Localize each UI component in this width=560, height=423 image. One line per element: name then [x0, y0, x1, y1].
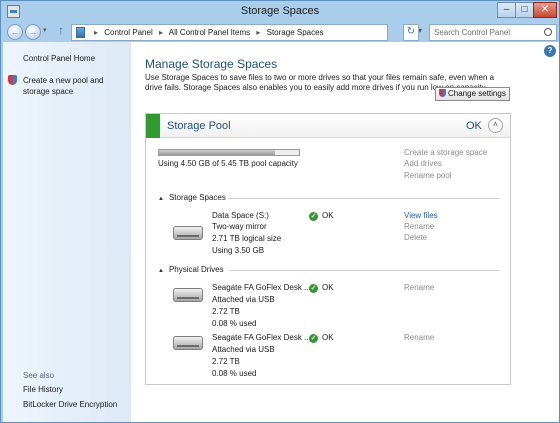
drive-status: OK [322, 333, 334, 342]
drive-usage: 0.08 % used [212, 319, 257, 328]
drive-capacity: 2.72 TB [212, 307, 240, 316]
navigation-bar: ← → ▾ ↑ ▸ Control Panel ▸ All Control Pa… [3, 23, 559, 42]
shield-icon [439, 89, 446, 97]
title-bar: Storage Spaces – □ ✕ [1, 1, 559, 23]
collapse-section-icon[interactable]: ▲ [158, 196, 164, 202]
see-also-label: See also [23, 371, 55, 380]
shield-icon [8, 75, 17, 85]
help-icon[interactable]: ? [544, 45, 556, 57]
collapse-pool-button[interactable]: ˄ [488, 118, 503, 133]
change-settings-label: Change settings [448, 89, 506, 98]
search-icon[interactable] [544, 28, 552, 36]
section-divider [229, 270, 500, 271]
pool-usage-bar [158, 149, 300, 156]
maximize-button[interactable]: □ [515, 2, 534, 18]
space-name: Data Space (S:) [212, 211, 269, 220]
check-icon: ✓ [309, 334, 318, 343]
rename-pool-link[interactable]: Rename pool [404, 171, 452, 180]
breadcrumb-all-items[interactable]: All Control Panel Items [169, 28, 250, 37]
space-status: OK [322, 211, 334, 220]
search-placeholder: Search Control Panel [434, 28, 511, 37]
check-icon: ✓ [309, 212, 318, 221]
minimize-button[interactable]: – [497, 2, 516, 18]
breadcrumb-control-panel[interactable]: Control Panel [104, 28, 152, 37]
drive-connection: Attached via USB [212, 295, 275, 304]
breadcrumb-storage-spaces[interactable]: Storage Spaces [267, 28, 324, 37]
section-divider [228, 198, 500, 199]
up-arrow-icon[interactable]: ↑ [58, 23, 64, 37]
control-panel-home-link[interactable]: Control Panel Home [23, 53, 95, 64]
window-title: Storage Spaces [240, 5, 320, 17]
hard-drive-icon [173, 288, 203, 302]
rename-space-link[interactable]: Rename [404, 222, 434, 231]
rename-drive-link[interactable]: Rename [404, 333, 434, 342]
pool-usage-fill [159, 150, 275, 155]
change-settings-button[interactable]: Change settings [435, 87, 510, 101]
breadcrumb: ▸ Control Panel ▸ All Control Panel Item… [90, 28, 324, 37]
space-resiliency: Two-way mirror [212, 222, 267, 231]
create-pool-link[interactable]: Create a new pool and storage space [23, 75, 128, 97]
drive-capacity: 2.72 TB [212, 357, 240, 366]
delete-space-link[interactable]: Delete [404, 233, 427, 242]
sidebar: Control Panel Home Create a new pool and… [3, 42, 131, 422]
collapse-section-icon[interactable]: ▲ [158, 268, 164, 274]
pool-status-stripe [146, 114, 160, 138]
check-icon: ✓ [309, 284, 318, 293]
drive-connection: Attached via USB [212, 345, 275, 354]
drive-name: Seagate FA GoFlex Desk ... [212, 283, 311, 292]
window: Storage Spaces – □ ✕ ← → ▾ ↑ ▸ Control P… [0, 0, 560, 423]
storage-spaces-section-header[interactable]: ▲ Storage Spaces [158, 193, 226, 202]
file-history-link[interactable]: File History [23, 384, 63, 395]
pool-header: Storage Pool OK ˄ [146, 114, 510, 138]
view-files-link[interactable]: View files [404, 211, 438, 220]
storage-spaces-header-label: Storage Spaces [168, 193, 226, 202]
space-usage: Using 3.50 GB [212, 246, 265, 255]
search-input[interactable]: Search Control Panel [429, 24, 557, 41]
physical-drives-section-header[interactable]: ▲ Physical Drives [158, 265, 224, 274]
add-drives-link[interactable]: Add drives [404, 159, 442, 168]
drive-status: OK [322, 283, 334, 292]
space-logical-size: 2.71 TB logical size [212, 234, 282, 243]
bitlocker-link[interactable]: BitLocker Drive Encryption [23, 399, 117, 410]
drive-name: Seagate FA GoFlex Desk ... [212, 333, 311, 342]
back-button[interactable]: ← [7, 24, 23, 40]
refresh-button[interactable]: ↻ [403, 24, 419, 41]
breadcrumb-separator: ▸ [94, 28, 99, 37]
close-button[interactable]: ✕ [533, 2, 557, 18]
pool-usage-text: Using 4.50 GB of 5.45 TB pool capacity [158, 159, 298, 168]
breadcrumb-separator: ▸ [256, 28, 261, 37]
address-bar[interactable]: ▸ Control Panel ▸ All Control Panel Item… [71, 24, 422, 41]
breadcrumb-separator: ▸ [158, 28, 163, 37]
page-title: Manage Storage Spaces [145, 57, 278, 71]
pool-name: Storage Pool [167, 120, 231, 132]
pool-status: OK [466, 120, 482, 132]
storage-pool-panel: Storage Pool OK ˄ Using 4.50 GB of 5.45 … [145, 113, 511, 385]
recent-pages-dropdown-icon[interactable]: ▾ [43, 26, 47, 34]
drive-usage: 0.08 % used [212, 369, 257, 378]
content-area: Control Panel Home Create a new pool and… [3, 42, 559, 422]
hard-drive-icon [173, 336, 203, 350]
hard-drive-icon [173, 226, 203, 240]
forward-button[interactable]: → [25, 24, 41, 40]
control-panel-icon [76, 27, 85, 38]
physical-drives-header-label: Physical Drives [168, 265, 224, 274]
create-storage-space-link[interactable]: Create a storage space [404, 148, 487, 157]
rename-drive-link[interactable]: Rename [404, 283, 434, 292]
